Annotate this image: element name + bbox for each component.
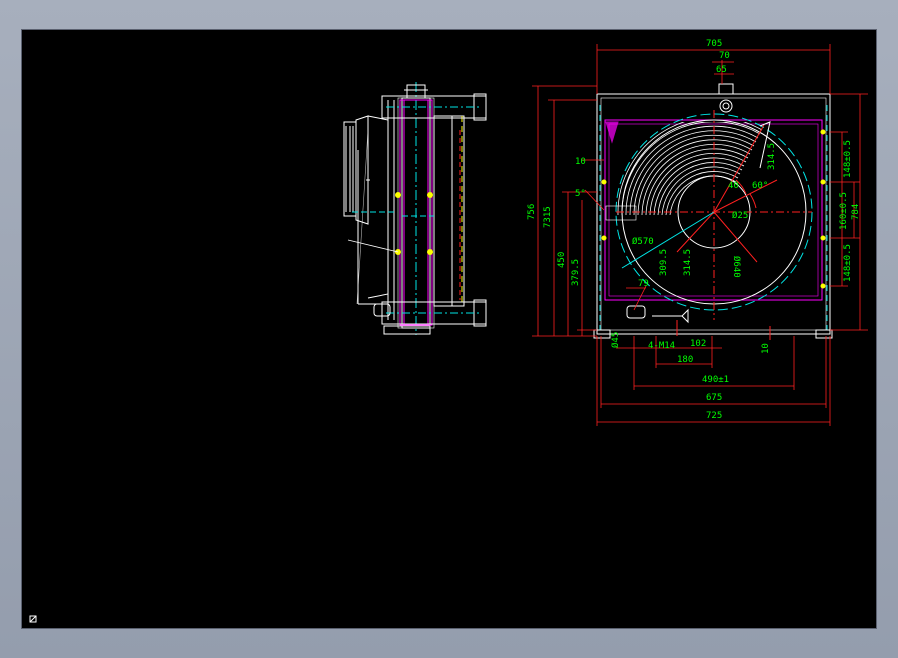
dim-r3145-bottom: 314.5 (683, 249, 693, 276)
dim-top-70: 70 (719, 51, 730, 61)
ucs-icon (29, 615, 37, 623)
dim-dia-570: Ø570 (632, 236, 654, 247)
dim-top-65: 65 (716, 65, 727, 75)
dim-left-7315: 7315 (543, 206, 553, 228)
dim-180: 180 (677, 355, 693, 365)
dim-102: 102 (690, 339, 706, 349)
dim-bolts: 4-M14 (648, 341, 675, 351)
dim-right-148-top: 148±0.5 (843, 140, 853, 178)
dim-angle-60: 60° (752, 181, 768, 191)
dim-right-148-bottom: 148±0.5 (843, 244, 853, 282)
front-view (593, 83, 833, 340)
dim-dia-45: Ø45 (610, 332, 621, 348)
dim-left-756: 756 (527, 204, 537, 220)
side-view (343, 82, 487, 335)
dim-dia-25: Ø25 (732, 210, 748, 221)
dim-left-450: 450 (557, 252, 567, 268)
dim-10-bottom: 10 (761, 343, 771, 354)
dim-top-overall: 705 (706, 39, 722, 49)
dim-left-10: 10 (575, 157, 586, 167)
dim-angle-40: 40 (728, 181, 739, 191)
cad-drawing[interactable]: 705 70 65 756 7315 450 379.5 10 5° 314.5… (22, 30, 877, 629)
dim-490: 490±1 (702, 375, 729, 385)
dim-right-160: 160±0.5 (839, 192, 849, 230)
dim-725: 725 (706, 411, 722, 421)
dimension-lines (532, 44, 868, 426)
dim-angle-5: 5° (575, 189, 586, 199)
dim-left-3795: 379.5 (571, 259, 581, 286)
drawing-viewport[interactable]: 705 70 65 756 7315 450 379.5 10 5° 314.5… (21, 29, 877, 629)
dim-675: 675 (706, 393, 722, 403)
dim-dia-640: Ø640 (731, 256, 742, 278)
dim-r3145-top: 314.5 (767, 143, 777, 170)
dim-right-784: 784 (851, 204, 861, 220)
dim-3095: 309.5 (659, 249, 669, 276)
dim-79: 79 (638, 279, 649, 289)
